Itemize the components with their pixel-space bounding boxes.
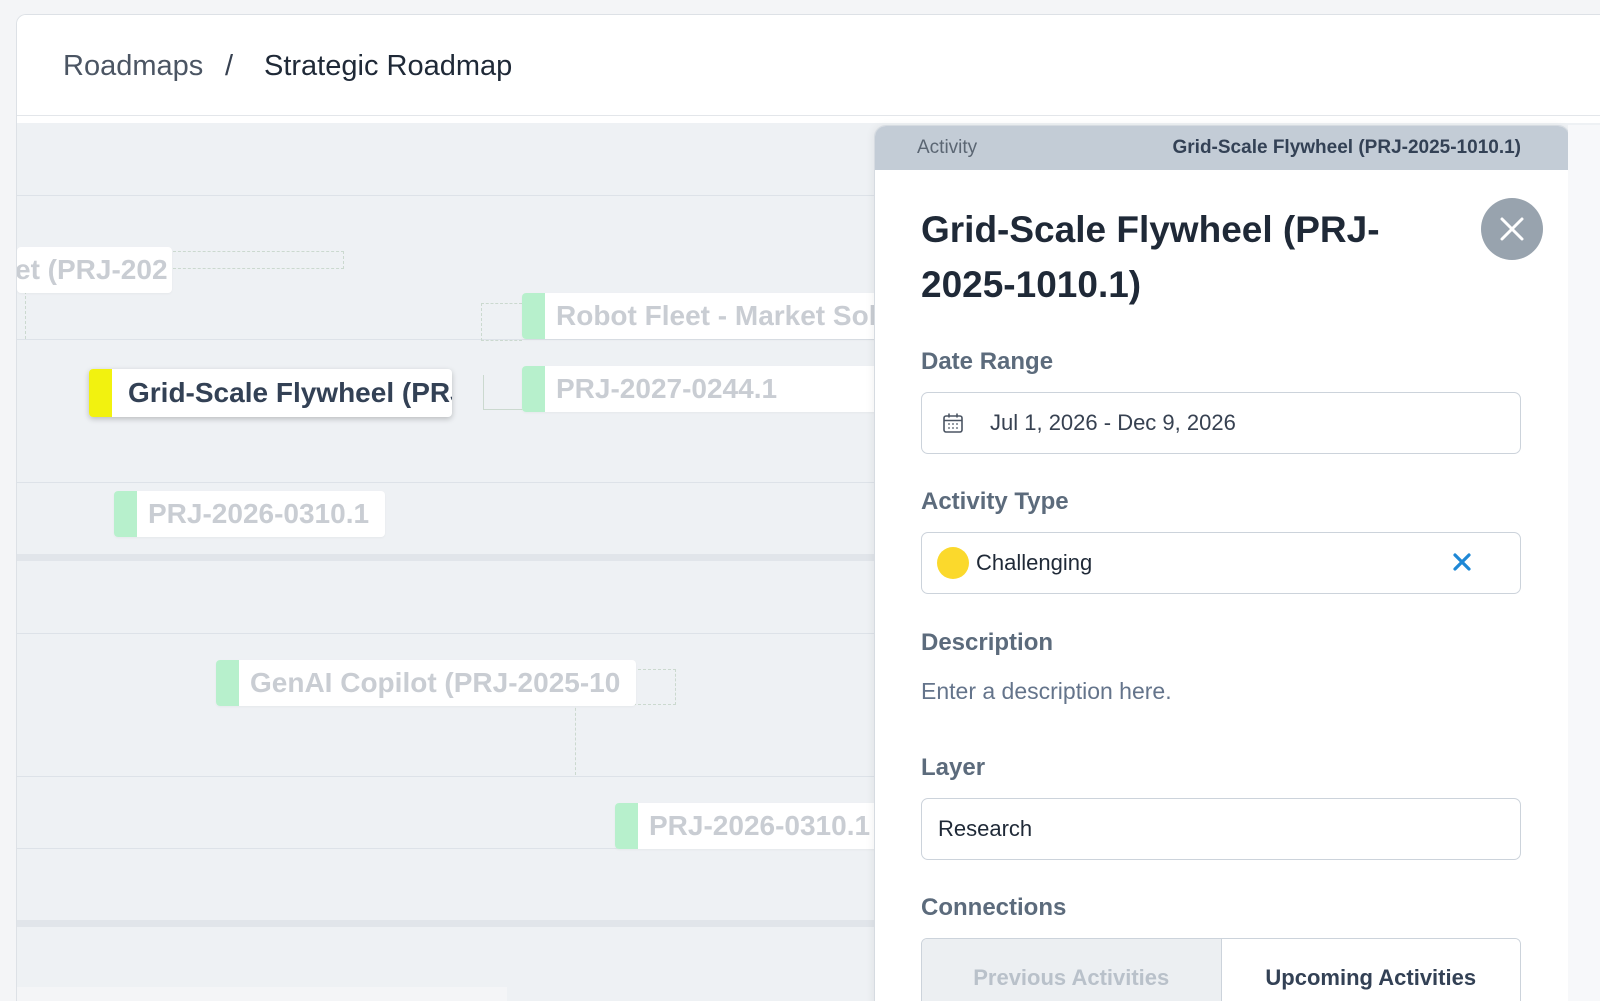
breadcrumb-separator: /	[225, 50, 234, 82]
date-range-label: Date Range	[921, 348, 1054, 375]
close-button[interactable]	[1481, 198, 1543, 260]
activity-card-label: Grid-Scale Flywheel (PRJ-2025-1010.1)	[128, 377, 452, 408]
connections-label: Connections	[921, 894, 1067, 921]
activity-card-selected[interactable]: Grid-Scale Flywheel (PRJ-2025-1010.1)	[89, 369, 452, 417]
activity-card-label: GenAI Copilot (PRJ-2025-10	[250, 667, 621, 698]
date-range-field[interactable]: Jul 1, 2026 - Dec 9, 2026	[921, 392, 1521, 454]
activity-card-label: Robot Fleet - Market Solution	[556, 300, 897, 331]
activity-color-stripe	[89, 369, 112, 417]
activity-title[interactable]: Grid-Scale Flywheel (PRJ-2025-1010.1)	[921, 202, 1401, 312]
activity-color-stripe	[522, 293, 545, 339]
activity-color-stripe	[216, 660, 239, 706]
activity-card-label: et (PRJ-202	[17, 254, 168, 285]
activity-type-label: Activity Type	[921, 488, 1069, 515]
activity-card[interactable]: GenAI Copilot (PRJ-2025-10	[216, 660, 636, 706]
activity-card[interactable]: PRJ-2027-0244.1	[522, 366, 897, 412]
activity-detail-panel: Activity Grid-Scale Flywheel (PRJ-2025-1…	[874, 125, 1570, 1001]
activity-color-stripe	[114, 491, 137, 537]
activity-card[interactable]: et (PRJ-202	[17, 247, 172, 293]
activity-card[interactable]: PRJ-2026-0310.1	[615, 803, 897, 849]
dependency-connector	[173, 251, 344, 269]
activity-type-color-dot	[937, 547, 969, 579]
dependency-connector	[483, 375, 524, 410]
dependency-connector	[25, 291, 27, 339]
panel-header-activity-name: Grid-Scale Flywheel (PRJ-2025-1010.1)	[1172, 137, 1522, 158]
description-field[interactable]: Enter a description here.	[921, 678, 1172, 705]
activity-color-stripe	[522, 366, 545, 412]
activity-type-select[interactable]: Challenging	[921, 532, 1521, 594]
horizontal-scrollbar-track[interactable]	[17, 987, 507, 1001]
description-label: Description	[921, 629, 1054, 656]
date-range-value: Jul 1, 2026 - Dec 9, 2026	[990, 410, 1236, 435]
activity-card-label: PRJ-2027-0244.1	[556, 373, 778, 404]
clear-x-icon[interactable]	[1449, 549, 1475, 575]
panel-header-label: Activity	[917, 137, 978, 158]
layer-select[interactable]: Research	[921, 798, 1521, 860]
activity-card[interactable]: Robot Fleet - Market Solution	[522, 293, 897, 339]
activity-color-stripe	[615, 803, 638, 849]
dependency-connector	[575, 703, 577, 775]
activity-card-label: PRJ-2026-0310.1	[148, 498, 370, 529]
tab-previous-activities[interactable]: Previous Activities	[922, 939, 1222, 1001]
connections-tabs: Previous Activities Upcoming Activities	[921, 938, 1521, 1001]
tab-upcoming-activities[interactable]: Upcoming Activities	[1221, 939, 1520, 1001]
lane-divider	[17, 482, 897, 483]
lane-divider	[17, 195, 897, 196]
swimlane-separator	[17, 920, 897, 927]
panel-header: Activity Grid-Scale Flywheel (PRJ-2025-1…	[875, 126, 1569, 170]
breadcrumb-roadmaps-link[interactable]: Roadmaps	[63, 50, 203, 83]
lane-divider	[17, 339, 897, 340]
close-icon	[1500, 217, 1524, 241]
layer-label: Layer	[921, 754, 986, 781]
activity-card-label: PRJ-2026-0310.1	[649, 810, 871, 841]
app-window: Roadmaps / Strategic Roadmap et (PRJ-202…	[16, 14, 1600, 1001]
breadcrumb-current: Strategic Roadmap	[264, 50, 513, 82]
lane-divider	[17, 776, 897, 777]
swimlane-separator	[17, 554, 897, 561]
lane-divider	[17, 633, 897, 634]
dependency-connector	[633, 669, 676, 705]
canvas-right-edge	[1568, 125, 1600, 1001]
activity-type-value: Challenging	[976, 550, 1093, 575]
activity-card[interactable]: PRJ-2026-0310.1	[114, 491, 385, 537]
top-bar: Roadmaps / Strategic Roadmap	[17, 15, 1600, 116]
calendar-icon	[943, 413, 963, 433]
layer-value: Research	[938, 816, 1033, 841]
dependency-connector	[481, 303, 522, 341]
